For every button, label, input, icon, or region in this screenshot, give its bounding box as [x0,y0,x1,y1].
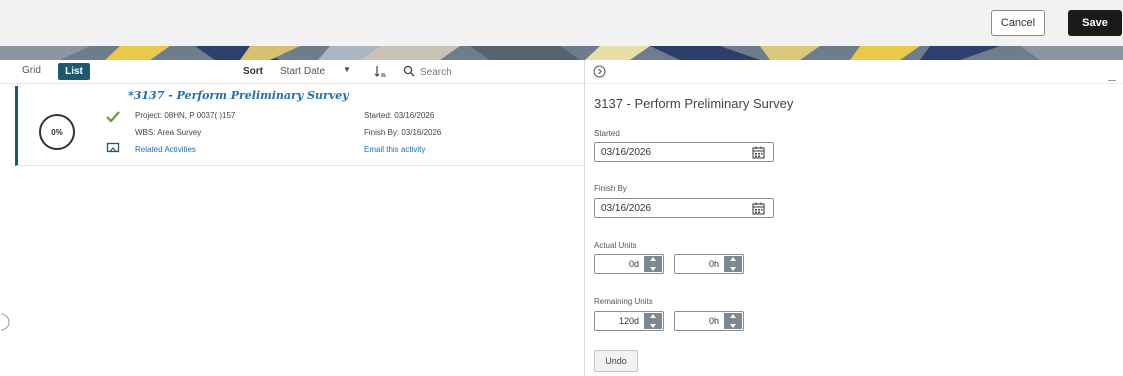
stepper-up-icon[interactable] [650,314,656,318]
started-date-value: 03/16/2026 [601,147,652,158]
cancel-button[interactable]: Cancel [991,10,1045,36]
tab-grid[interactable]: Grid [22,65,41,76]
stepper-buttons [724,313,742,329]
remaining-units-days-stepper[interactable]: 120d [594,311,664,331]
remaining-units-hours-stepper[interactable]: 0h [674,311,744,331]
stepper-down-icon[interactable] [730,324,736,328]
list-toolbar: Grid List Sort Start Date ▼ [0,60,584,84]
chevron-down-icon[interactable]: ▼ [343,65,351,74]
check-icon[interactable] [105,110,121,124]
actual-units-days-value: 0d [628,259,639,269]
finish-by-date-input[interactable]: 03/16/2026 [594,198,774,218]
panel-divider [584,60,585,376]
remaining-units-days-value: 120d [618,316,639,326]
circle-chevron-icon[interactable] [593,65,606,78]
stepper-up-icon[interactable] [730,257,736,261]
decorative-banner [0,46,1123,60]
undo-button[interactable]: Undo [594,350,638,372]
remaining-units-hours-value: 0h [708,316,719,326]
stepper-up-icon[interactable] [650,257,656,261]
remaining-units-label: Remaining Units [594,297,653,306]
related-activities-link[interactable]: Related Activities [135,145,196,154]
stepper-buttons [644,313,662,329]
stepper-down-icon[interactable] [650,324,656,328]
detail-title: 3137 - Perform Preliminary Survey [594,96,794,111]
finish-by-text: Finish By: 03/16/2026 [364,128,442,137]
sort-select[interactable]: Start Date [280,66,325,77]
top-bar: Cancel Save [0,0,1123,46]
sort-label: Sort [243,66,263,77]
save-button[interactable]: Save [1068,10,1122,36]
stepper-buttons [724,256,742,272]
actual-units-days-stepper[interactable]: 0d [594,254,664,274]
stepper-down-icon[interactable] [730,267,736,271]
activity-title[interactable]: *3137 - Perform Preliminary Survey [128,89,349,102]
calendar-icon[interactable] [752,146,765,159]
stepper-up-icon[interactable] [730,314,736,318]
progress-indicator: 0% [39,114,75,150]
actual-units-hours-value: 0h [708,259,719,269]
progress-value: 0% [51,127,63,137]
wbs-text: WBS: Area Survey [135,128,202,137]
started-text: Started: 03/16/2026 [364,111,435,120]
actual-units-hours-stepper[interactable]: 0h [674,254,744,274]
search-icon [403,65,415,77]
project-text: Project: 08HN, P 0037( )157 [135,111,236,120]
stepper-buttons [644,256,662,272]
sort-direction-icon[interactable] [373,64,387,78]
calendar-icon[interactable] [752,202,765,215]
activity-card[interactable]: *3137 - Perform Preliminary Survey 0% Pr… [15,86,584,166]
detail-header [585,60,1123,84]
finish-by-label: Finish By [594,184,627,193]
actual-units-label: Actual Units [594,241,637,250]
flag-icon [106,142,120,153]
started-date-input[interactable]: 03/16/2026 [594,142,774,162]
search-input[interactable] [420,63,570,81]
started-label: Started [594,129,620,138]
tab-list[interactable]: List [58,63,90,80]
email-activity-link[interactable]: Email this activity [364,145,425,154]
panel-edge-handle[interactable] [0,312,10,332]
panel-menu-icon[interactable] [1108,80,1116,81]
finish-by-date-value: 03/16/2026 [601,203,652,214]
stepper-down-icon[interactable] [650,267,656,271]
